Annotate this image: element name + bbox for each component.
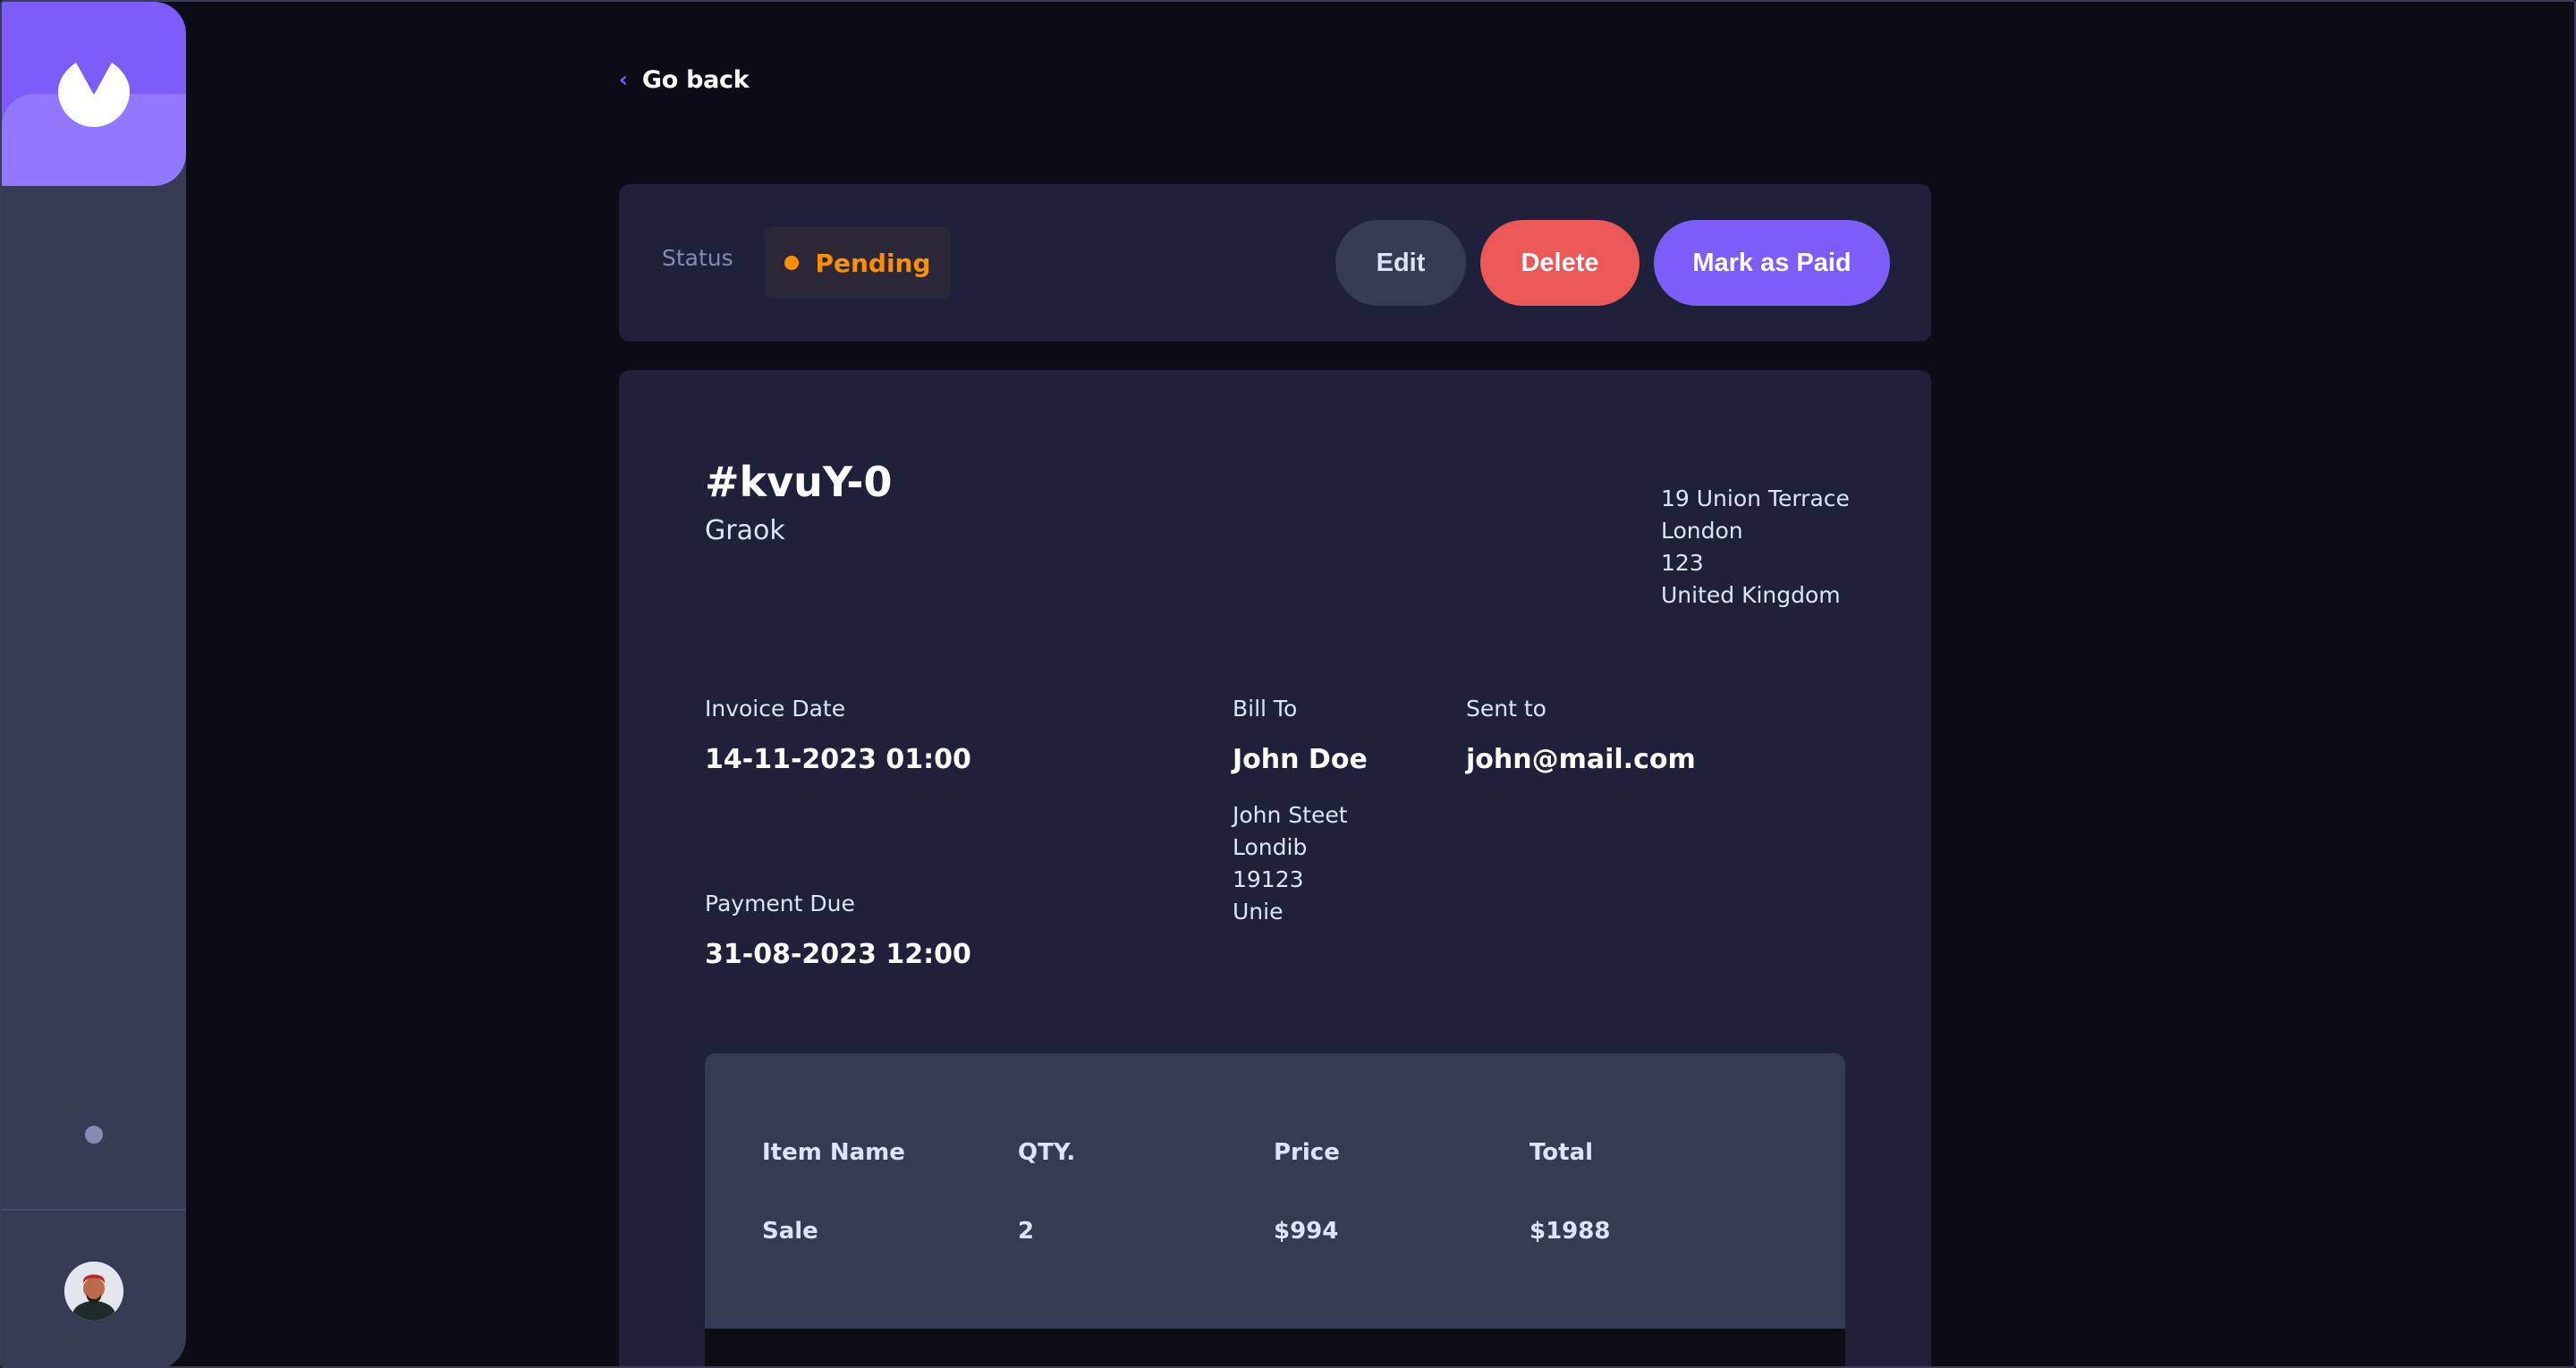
invoice-id: #kvuY-0 — [705, 458, 893, 506]
theme-toggle-icon[interactable] — [85, 1126, 103, 1144]
status-dot-icon — [784, 256, 800, 270]
client-city: Londib — [1233, 834, 1308, 860]
status-bar: Status Pending Edit Delete Mark as Paid — [619, 184, 1931, 342]
client-country: Unie — [1233, 899, 1284, 925]
sender-city: London — [1661, 518, 1743, 544]
status-value: Pending — [815, 248, 931, 278]
client-address: John Steet Londib 19123 Unie — [1233, 799, 1348, 928]
item-price: $994 — [1274, 1218, 1339, 1245]
header-price: Price — [1274, 1139, 1340, 1166]
client-post-code: 19123 — [1233, 866, 1304, 892]
go-back-label: Go back — [641, 65, 750, 94]
item-name: Sale — [762, 1218, 818, 1245]
sender-post-code: 123 — [1661, 550, 1704, 576]
invoice-date-value: 14-11-2023 01:00 — [705, 744, 971, 775]
sent-to-label: Sent to — [1466, 696, 1546, 722]
header-total: Total — [1530, 1139, 1594, 1166]
payment-due-value: 31-08-2023 12:00 — [705, 939, 971, 970]
client-email: john@mail.com — [1466, 744, 1696, 775]
delete-button[interactable]: Delete — [1480, 220, 1640, 306]
sidebar-divider — [2, 1209, 186, 1211]
status-label: Status — [662, 245, 733, 271]
app-logo-icon — [58, 63, 130, 127]
status-badge: Pending — [765, 227, 951, 299]
app-window: ‹ Go back Status Pending Edit Delete Mar… — [0, 0, 2576, 1368]
sender-address: 19 Union Terrace London 123 United Kingd… — [1661, 483, 1850, 612]
logo[interactable] — [2, 2, 186, 186]
item-total: $1988 — [1530, 1218, 1611, 1245]
invoice-date-label: Invoice Date — [705, 696, 846, 722]
user-avatar[interactable] — [64, 1262, 123, 1321]
sender-country: United Kingdom — [1661, 582, 1841, 608]
header-item-name: Item Name — [762, 1139, 905, 1166]
header-qty: QTY. — [1018, 1139, 1076, 1166]
go-back-link[interactable]: ‹ Go back — [619, 64, 750, 95]
table-row: Sale 2 $994 $1988 — [705, 1218, 1845, 1245]
client-name: John Doe — [1233, 744, 1368, 775]
chevron-left-icon: ‹ — [619, 67, 628, 92]
items-table-header: Item Name QTY. Price Total — [705, 1139, 1845, 1166]
item-qty: 2 — [1018, 1218, 1035, 1245]
invoice-description: Graok — [705, 515, 785, 546]
payment-due-label: Payment Due — [705, 891, 855, 916]
avatar-image — [64, 1262, 123, 1321]
sender-street: 19 Union Terrace — [1661, 486, 1850, 511]
amount-due-bar — [705, 1329, 1845, 1366]
mark-as-paid-button[interactable]: Mark as Paid — [1654, 220, 1890, 306]
sidebar — [2, 2, 186, 1366]
client-street: John Steet — [1233, 802, 1348, 828]
edit-button[interactable]: Edit — [1335, 220, 1466, 306]
invoice-card: #kvuY-0 Graok 19 Union Terrace London 12… — [619, 370, 1931, 1366]
items-table: Item Name QTY. Price Total Sale 2 $994 $… — [705, 1053, 1845, 1366]
bill-to-label: Bill To — [1233, 696, 1298, 722]
